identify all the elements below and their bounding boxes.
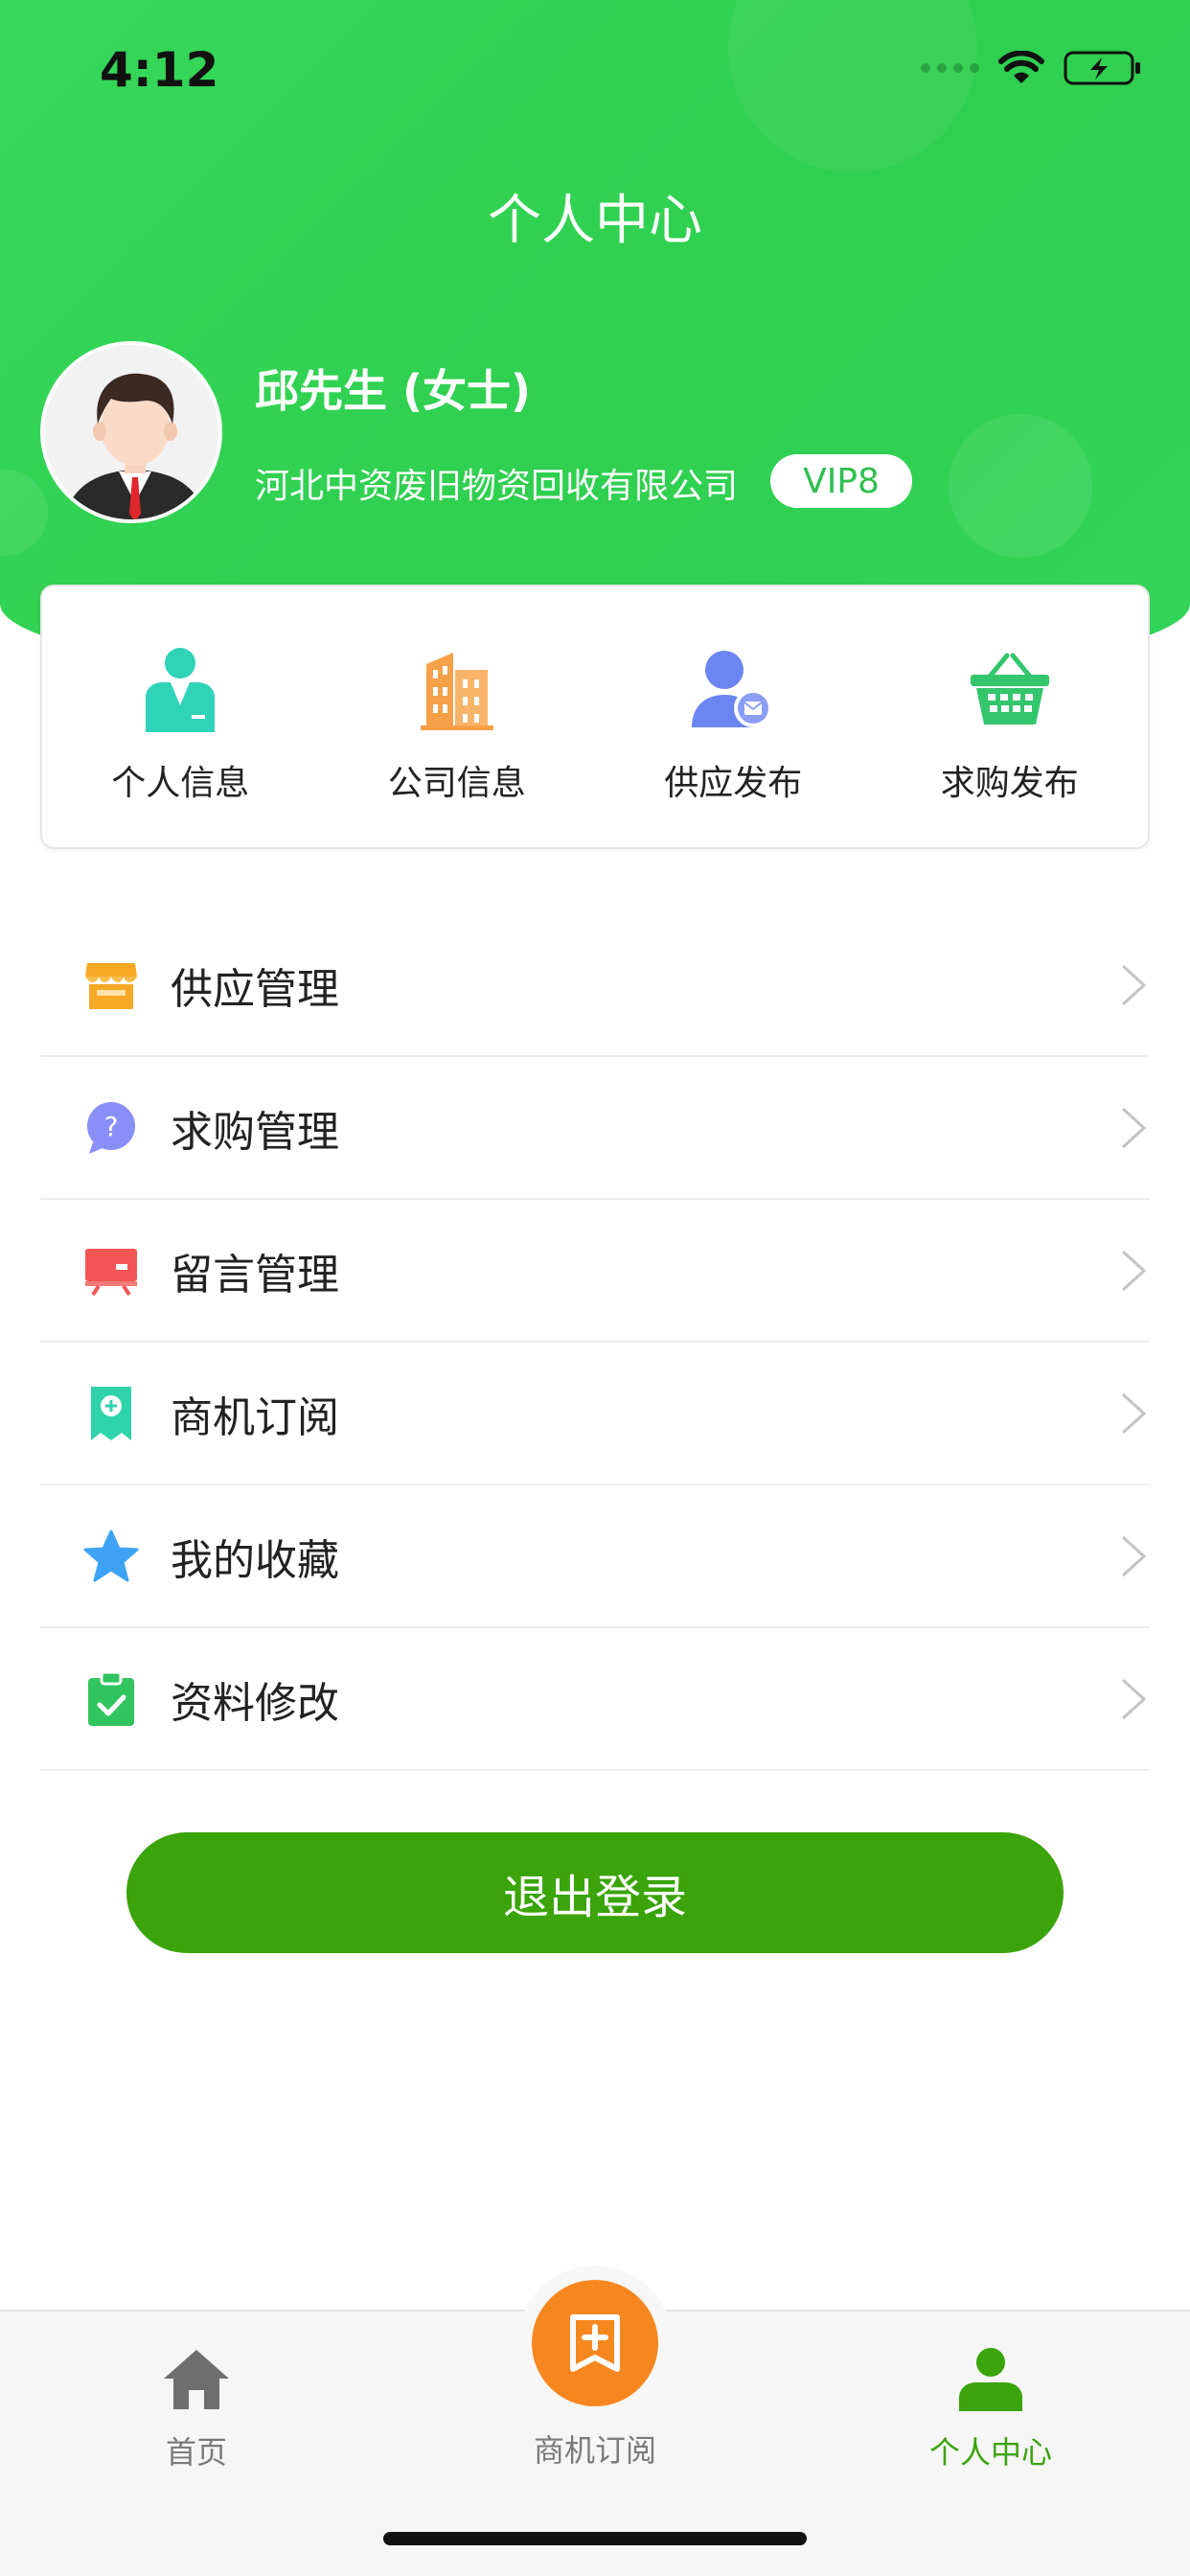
page-title: 个人中心 [488,190,702,252]
chevron-right-icon [1121,964,1147,1005]
chevron-right-icon [1121,1392,1147,1434]
svg-text:?: ? [104,1111,119,1142]
home-indicator [383,2532,807,2545]
menu-item-profile-edit[interactable]: 资料修改 [40,1628,1150,1771]
menu-label: 求购管理 [171,1107,339,1157]
chevron-right-icon [1121,1678,1147,1719]
chevron-right-icon [1121,1535,1147,1576]
chevron-right-icon [1121,1250,1147,1291]
quick-personal-info[interactable]: 个人信息 [42,586,319,847]
quick-actions-card: 个人信息 公司信息 供应发布 求购发布 [40,585,1150,849]
clipboard-check-icon [80,1668,142,1730]
chevron-right-icon [1121,1107,1147,1148]
quick-company-info[interactable]: 公司信息 [319,586,596,847]
subscribe-add-icon [570,2314,620,2372]
avatar[interactable] [40,341,222,523]
person-suit-icon [134,644,226,736]
menu-item-business-subscription[interactable]: 商机订阅 [40,1343,1150,1485]
user-avatar-icon [44,345,218,519]
quick-supply-publish[interactable]: 供应发布 [595,586,872,847]
user-message-icon [687,644,779,736]
menu-item-my-favorites[interactable]: 我的收藏 [40,1485,1150,1628]
message-board-icon [80,1240,142,1301]
menu-label: 供应管理 [171,964,339,1014]
quick-purchase-publish[interactable]: 求购发布 [872,586,1149,847]
subscription-ticket-icon [80,1383,142,1444]
wifi-icon [998,51,1044,83]
menu-label: 商机订阅 [171,1392,339,1442]
menu-label: 我的收藏 [171,1535,339,1585]
battery-icon [1064,51,1140,85]
status-time: 4:12 [100,42,219,98]
quick-label: 求购发布 [940,764,1079,803]
vip-badge: VIP8 [770,454,912,508]
tab-label: 个人中心 [928,2434,1052,2471]
menu-label: 留言管理 [171,1250,339,1300]
building-icon [411,644,503,736]
basket-icon [964,644,1056,736]
status-icons [921,50,1144,86]
center-action-button[interactable] [517,2266,673,2421]
tab-label: 商机订阅 [533,2432,656,2469]
menu-item-purchase-management[interactable]: ? 求购管理 [40,1057,1150,1200]
tab-personal-center[interactable]: 个人中心 [847,2312,1134,2472]
home-icon [164,2350,229,2409]
signal-icon [921,63,979,73]
quick-label: 公司信息 [387,764,526,803]
menu-list: 供应管理 ? 求购管理 留言管理 商机订阅 我的收藏 资料修改 [40,914,1150,1771]
logout-button[interactable]: 退出登录 [126,1832,1064,1953]
tab-label: 首页 [165,2434,227,2471]
star-icon [80,1526,142,1587]
quick-label: 供应发布 [664,764,803,803]
question-bubble-icon: ? [80,1097,142,1159]
person-icon [959,2348,1022,2411]
menu-label: 资料修改 [171,1678,339,1728]
quick-label: 个人信息 [111,764,250,803]
store-icon [80,954,142,1016]
tab-home[interactable]: 首页 [53,2312,340,2472]
menu-item-supply-management[interactable]: 供应管理 [40,914,1150,1057]
user-name: 邱先生 (女士) [255,365,532,417]
company-name: 河北中资废旧物资回收有限公司 [255,467,739,506]
menu-item-message-management[interactable]: 留言管理 [40,1200,1150,1343]
